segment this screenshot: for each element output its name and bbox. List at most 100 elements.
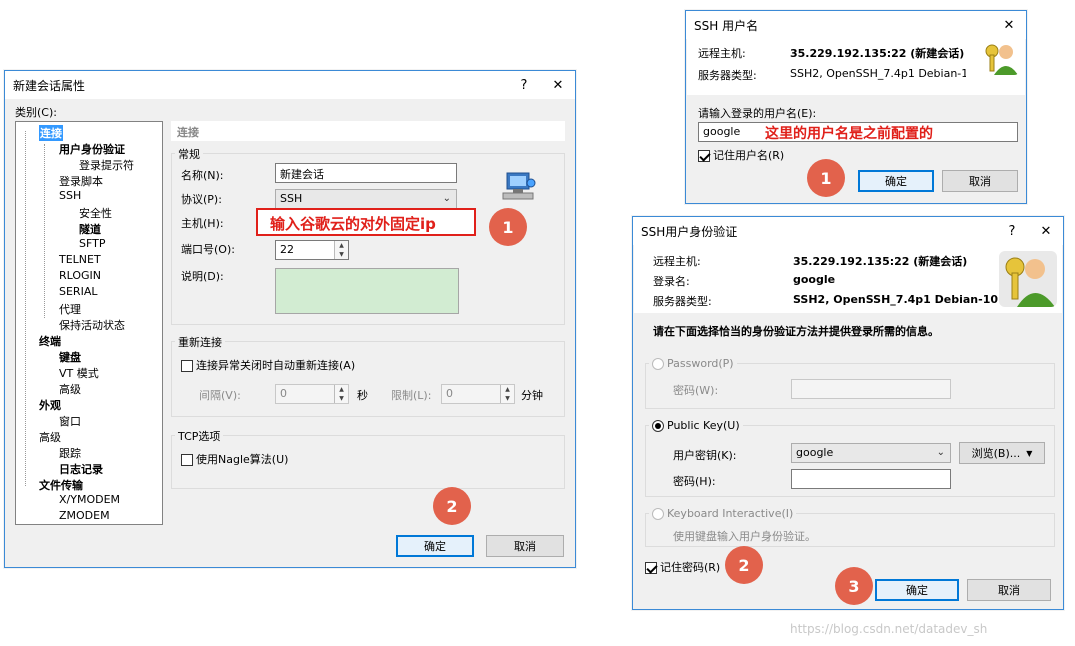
auth-instruction: 请在下面选择恰当的身份验证方法并提供登录所需的信息。 bbox=[653, 325, 939, 338]
port-spinner[interactable]: ▲ ▼ bbox=[334, 241, 348, 259]
close-button[interactable]: ✕ bbox=[992, 18, 1026, 33]
protocol-value: SSH bbox=[280, 192, 303, 205]
section-header: 连接 bbox=[171, 121, 565, 141]
category-tree[interactable]: 连接 用户身份验证 登录提示符 登录脚本 SSH 安全性 隧道 SFTP TEL… bbox=[15, 121, 163, 525]
ssh-username-dialog: SSH 用户名 ✕ 远程主机: 35.229.192.135:22 (新建会话)… bbox=[685, 10, 1027, 204]
tree-item-terminal-advanced[interactable]: 高级 bbox=[59, 381, 81, 397]
tree-item-connection[interactable]: 连接 bbox=[39, 125, 63, 141]
passphrase-input[interactable] bbox=[791, 469, 951, 489]
tree-item-terminal[interactable]: 终端 bbox=[39, 333, 61, 349]
nagle-checkbox[interactable]: 使用Nagle算法(U) bbox=[181, 451, 288, 467]
checkbox-box bbox=[698, 150, 710, 162]
tree-item-security[interactable]: 安全性 bbox=[79, 205, 112, 221]
general-label: 常规 bbox=[175, 146, 203, 162]
tree-item-vt-mode[interactable]: VT 模式 bbox=[59, 365, 99, 381]
tree-item-keepalive[interactable]: 保持活动状态 bbox=[59, 317, 125, 333]
username-input[interactable]: google 这里的用户名是之前配置的 bbox=[698, 122, 1018, 142]
tree-item-login-prompt[interactable]: 登录提示符 bbox=[79, 157, 134, 173]
cancel-button[interactable]: 取消 bbox=[486, 535, 564, 557]
title-bar: SSH用户身份验证 ? ✕ bbox=[633, 217, 1063, 245]
network-computer-icon bbox=[501, 169, 537, 203]
description-label: 说明(D): bbox=[181, 270, 224, 283]
port-input[interactable]: 22 ▲ ▼ bbox=[275, 240, 349, 260]
remember-username-checkbox[interactable]: 记住用户名(R) bbox=[698, 147, 784, 163]
radio-circle bbox=[652, 358, 664, 370]
radio-circle bbox=[652, 420, 664, 432]
tree-item-ssh[interactable]: SSH bbox=[59, 189, 81, 202]
tree-item-xymodem[interactable]: X/YMODEM bbox=[59, 493, 120, 506]
dialog-title: SSH用户身份验证 bbox=[641, 224, 738, 239]
cancel-button[interactable]: 取消 bbox=[967, 579, 1051, 601]
tree-item-tunnel[interactable]: 隧道 bbox=[79, 221, 101, 237]
radio-circle bbox=[652, 508, 664, 520]
limit-spinner[interactable]: ▲ ▼ bbox=[500, 385, 514, 403]
tree-item-appearance[interactable]: 外观 bbox=[39, 397, 61, 413]
close-button[interactable]: ✕ bbox=[1029, 224, 1063, 239]
help-button[interactable]: ? bbox=[995, 224, 1029, 239]
tree-item-advanced[interactable]: 高级 bbox=[39, 429, 61, 445]
remote-host-label: 远程主机: bbox=[653, 255, 701, 268]
ssh-auth-dialog: SSH用户身份验证 ? ✕ 远程主机: 35.229.192.135:22 (新… bbox=[632, 216, 1064, 610]
reconnect-label: 重新连接 bbox=[175, 334, 225, 350]
browse-label: 浏览(B)... bbox=[971, 447, 1021, 460]
tree-item-telnet[interactable]: TELNET bbox=[59, 253, 101, 266]
tree-item-login-script[interactable]: 登录脚本 bbox=[59, 173, 103, 189]
remember-password-checkbox[interactable]: 记住密码(R) bbox=[645, 559, 720, 575]
ok-button[interactable]: 确定 bbox=[858, 170, 934, 192]
step-marker-2: 2 bbox=[725, 546, 763, 584]
tree-item-serial[interactable]: SERIAL bbox=[59, 285, 97, 298]
port-value: 22 bbox=[280, 243, 294, 256]
remember-password-label: 记住密码(R) bbox=[660, 561, 721, 574]
pubkey-option-label: Public Key(U) bbox=[667, 419, 740, 432]
username-annotation: 这里的用户名是之前配置的 bbox=[765, 126, 933, 142]
dialog-title: SSH 用户名 bbox=[694, 18, 759, 33]
host-input[interactable]: 输入谷歌云的对外固定ip bbox=[256, 208, 476, 236]
protocol-label: 协议(P): bbox=[181, 193, 222, 206]
interval-input[interactable]: 0 ▲ ▼ bbox=[275, 384, 349, 404]
title-bar: SSH 用户名 ✕ bbox=[686, 11, 1026, 39]
password-radio[interactable]: Password(P) bbox=[649, 357, 737, 370]
chevron-down-icon: ⌄ bbox=[442, 193, 451, 204]
checkbox-box bbox=[181, 454, 193, 466]
step-marker-1: 1 bbox=[807, 159, 845, 197]
interval-spinner[interactable]: ▲ ▼ bbox=[334, 385, 348, 403]
tcp-label: TCP选项 bbox=[175, 428, 224, 444]
kbd-radio[interactable]: Keyboard Interactive(I) bbox=[649, 507, 797, 520]
password-input[interactable] bbox=[791, 379, 951, 399]
browse-button[interactable]: 浏览(B)... ▼ bbox=[959, 442, 1045, 464]
watermark: https://blog.csdn.net/datadev_sh bbox=[790, 622, 988, 636]
tree-item-file-transfer[interactable]: 文件传输 bbox=[39, 477, 83, 493]
server-type-value: SSH2, OpenSSH_7.4p1 Debian-1 bbox=[790, 67, 966, 80]
remote-host-value: 35.229.192.135:22 (新建会话) bbox=[793, 255, 968, 268]
close-button[interactable]: ✕ bbox=[541, 78, 575, 93]
auto-reconnect-checkbox[interactable]: 连接异常关闭时自动重新连接(A) bbox=[181, 357, 355, 373]
tree-item-rlogin[interactable]: RLOGIN bbox=[59, 269, 101, 282]
minutes-label: 分钟 bbox=[521, 389, 543, 402]
remote-host-label: 远程主机: bbox=[698, 47, 746, 60]
ok-button[interactable]: 确定 bbox=[396, 535, 474, 557]
tree-item-user-auth[interactable]: 用户身份验证 bbox=[59, 141, 125, 157]
limit-input[interactable]: 0 ▲ ▼ bbox=[441, 384, 515, 404]
tree-item-logging[interactable]: 日志记录 bbox=[59, 461, 103, 477]
step-marker-3: 3 bbox=[835, 567, 873, 605]
pubkey-radio[interactable]: Public Key(U) bbox=[649, 419, 743, 432]
tree-item-keyboard[interactable]: 键盘 bbox=[59, 349, 81, 365]
cancel-button[interactable]: 取消 bbox=[942, 170, 1018, 192]
host-annotation: 输入谷歌云的对外固定ip bbox=[270, 215, 436, 233]
auto-reconnect-label: 连接异常关闭时自动重新连接(A) bbox=[196, 359, 356, 372]
server-type-label: 服务器类型: bbox=[653, 295, 712, 308]
ok-button[interactable]: 确定 bbox=[875, 579, 959, 601]
user-key-select[interactable]: google ⌄ bbox=[791, 443, 951, 463]
help-button[interactable]: ? bbox=[507, 78, 541, 93]
name-input[interactable]: 新建会话 bbox=[275, 163, 457, 183]
tree-item-zmodem[interactable]: ZMODEM bbox=[59, 509, 110, 522]
tree-item-window[interactable]: 窗口 bbox=[59, 413, 81, 429]
tree-item-trace[interactable]: 跟踪 bbox=[59, 445, 81, 461]
checkbox-box bbox=[645, 562, 657, 574]
protocol-select[interactable]: SSH ⌄ bbox=[275, 189, 457, 209]
kbd-option-label: Keyboard Interactive(I) bbox=[667, 507, 794, 520]
port-label: 端口号(O): bbox=[181, 243, 235, 256]
tree-item-sftp[interactable]: SFTP bbox=[79, 237, 105, 250]
description-input[interactable] bbox=[275, 268, 459, 314]
tree-item-proxy[interactable]: 代理 bbox=[59, 301, 81, 317]
